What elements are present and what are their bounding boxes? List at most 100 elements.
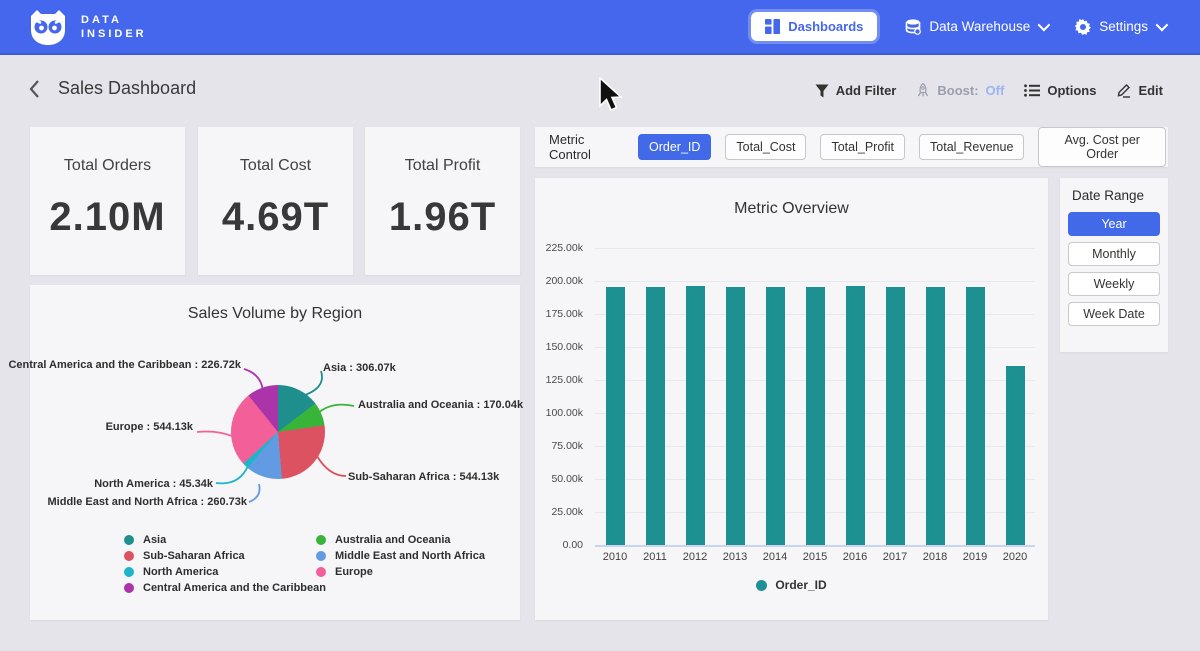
bar[interactable]	[966, 287, 985, 545]
bar[interactable]	[846, 286, 865, 545]
dashboard-grid-icon	[765, 19, 780, 34]
legend-label: Australia and Oceania	[335, 534, 451, 546]
bar[interactable]	[1006, 366, 1025, 545]
boost-label: Boost:	[937, 83, 978, 98]
pie-chart[interactable]	[231, 385, 325, 479]
legend-dot	[316, 535, 326, 545]
brand-line2: INSIDER	[81, 27, 147, 41]
legend-dot	[756, 580, 767, 591]
pie-chart-title: Sales Volume by Region	[30, 285, 520, 323]
pie-legend-item[interactable]: Asia	[124, 532, 326, 548]
legend-dot	[316, 567, 326, 577]
kpi-value: 1.96T	[365, 195, 520, 240]
date-range-week-date-button[interactable]: Week Date	[1068, 302, 1160, 326]
date-range-weekly-button[interactable]: Weekly	[1068, 272, 1160, 296]
options-button[interactable]: Options	[1024, 83, 1096, 98]
legend-label: Central America and the Caribbean	[143, 582, 326, 594]
y-tick-label: 175.00k	[535, 308, 583, 320]
metric-chip-total-cost[interactable]: Total_Cost	[725, 134, 806, 160]
pie-callout-middle-east: Middle East and North Africa : 260.73k	[48, 496, 247, 508]
legend-dot	[124, 567, 134, 577]
y-tick-label: 100.00k	[535, 407, 583, 419]
pie-legend-item[interactable]: Australia and Oceania	[316, 532, 485, 548]
x-tick-label: 2016	[835, 551, 875, 563]
database-icon	[905, 19, 921, 35]
y-tick-label: 150.00k	[535, 341, 583, 353]
edit-label: Edit	[1138, 83, 1163, 98]
bar[interactable]	[686, 286, 705, 545]
bar[interactable]	[646, 287, 665, 545]
bar-chart-legend: Order_ID	[535, 578, 1048, 592]
metric-chip-total-profit[interactable]: Total_Profit	[820, 134, 905, 160]
bar-x-axis: 2010201120122013201420152016201720182019…	[595, 551, 1035, 563]
date-range-year-button[interactable]: Year	[1068, 212, 1160, 236]
date-range-title: Date Range	[1072, 188, 1160, 203]
bar[interactable]	[926, 287, 945, 545]
x-tick-label: 2020	[995, 551, 1035, 563]
metric-chip-order-id[interactable]: Order_ID	[638, 134, 711, 160]
add-filter-label: Add Filter	[836, 83, 897, 98]
page-title: Sales Dashboard	[58, 78, 196, 99]
kpi-label: Total Orders	[30, 157, 185, 175]
kpi-card-total-cost: Total Cost 4.69T	[198, 127, 353, 275]
nav-item-settings[interactable]: Settings	[1075, 19, 1165, 35]
x-tick-label: 2012	[675, 551, 715, 563]
pie-callout-sub-saharan-africa: Sub-Saharan Africa : 544.13k	[348, 471, 499, 483]
date-range-monthly-button[interactable]: Monthly	[1068, 242, 1160, 266]
pie-legend-item[interactable]: Sub-Saharan Africa	[124, 548, 326, 564]
nav-item-data-warehouse[interactable]: Data Warehouse	[905, 19, 1047, 35]
back-button[interactable]	[28, 79, 40, 99]
legend-dot	[124, 535, 134, 545]
legend-dot	[124, 583, 134, 593]
pie-callout-australia: Australia and Oceania : 170.04k	[358, 399, 523, 411]
pie-legend-item[interactable]: Middle East and North Africa	[316, 548, 485, 564]
pie-legend-item[interactable]: Europe	[316, 564, 485, 580]
dashboards-button[interactable]: Dashboards	[751, 12, 877, 41]
metric-chip-total-revenue[interactable]: Total_Revenue	[919, 134, 1024, 160]
bar[interactable]	[726, 287, 745, 545]
bar[interactable]	[806, 287, 825, 545]
pie-legend-column-2: Australia and Oceania Middle East and Nor…	[316, 532, 485, 580]
kpi-card-total-orders: Total Orders 2.10M	[30, 127, 185, 275]
options-label: Options	[1047, 83, 1096, 98]
brand-line1: DATA	[81, 13, 147, 27]
y-tick-label: 125.00k	[535, 374, 583, 386]
metric-chip-avg-cost-per-order[interactable]: Avg. Cost per Order	[1038, 127, 1166, 167]
edit-button[interactable]: Edit	[1116, 83, 1163, 98]
boost-toggle[interactable]: Boost: Off	[916, 83, 1004, 98]
legend-label: Europe	[335, 566, 373, 578]
pie-callout-europe: Europe : 544.13k	[106, 421, 193, 433]
pie-legend-item[interactable]: Central America and the Caribbean	[124, 580, 326, 596]
pie-legend-item[interactable]: North America	[124, 564, 326, 580]
bar[interactable]	[886, 287, 905, 545]
brand: DATA INSIDER	[27, 8, 147, 46]
filter-funnel-icon	[815, 84, 829, 98]
chevron-down-icon	[1038, 19, 1051, 32]
y-tick-label: 0.00	[535, 539, 583, 551]
x-tick-label: 2018	[915, 551, 955, 563]
top-navbar: DATA INSIDER Dashboards Data Warehouse	[0, 0, 1200, 55]
bar[interactable]	[766, 287, 785, 545]
bar[interactable]	[606, 287, 625, 545]
boost-value: Off	[986, 83, 1005, 98]
metric-control-bar: Metric Control Order_ID Total_Cost Total…	[535, 127, 1168, 167]
mouse-cursor	[597, 77, 623, 113]
owl-logo-icon	[27, 8, 69, 46]
dashboards-label: Dashboards	[788, 19, 863, 34]
y-tick-label: 75.00k	[535, 440, 583, 452]
x-tick-label: 2013	[715, 551, 755, 563]
bar-chart-title: Metric Overview	[535, 178, 1048, 218]
kpi-card-total-profit: Total Profit 1.96T	[365, 127, 520, 275]
x-tick-label: 2010	[595, 551, 635, 563]
kpi-value: 4.69T	[198, 195, 353, 240]
y-tick-label: 50.00k	[535, 473, 583, 485]
y-tick-label: 25.00k	[535, 506, 583, 518]
pie-callout-north-america: North America : 45.34k	[94, 478, 213, 490]
legend-label: Asia	[143, 534, 166, 546]
x-tick-label: 2015	[795, 551, 835, 563]
x-tick-label: 2011	[635, 551, 675, 563]
date-range-panel: Date Range Year Monthly Weekly Week Date	[1060, 178, 1168, 352]
add-filter-button[interactable]: Add Filter	[815, 83, 897, 98]
pencil-icon	[1116, 83, 1131, 98]
legend-label: Sub-Saharan Africa	[143, 550, 245, 562]
